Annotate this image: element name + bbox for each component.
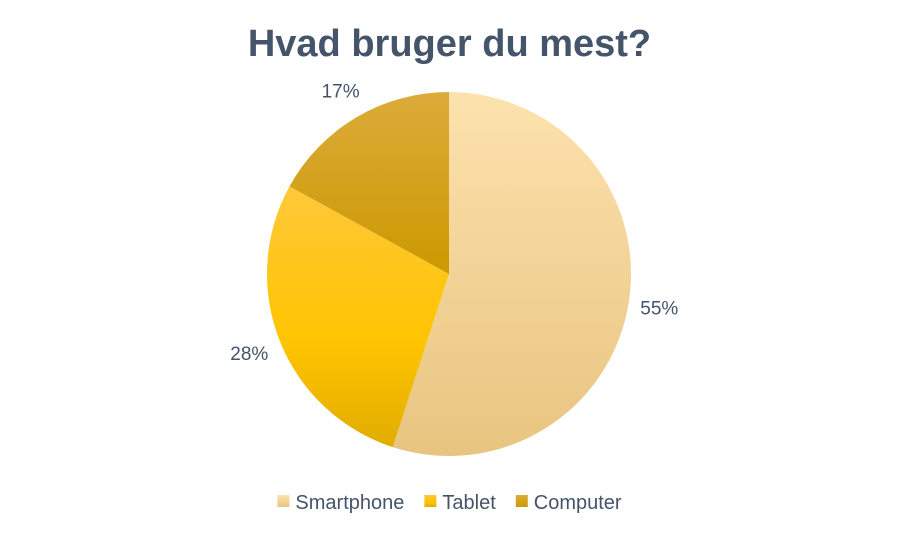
- legend-item-computer: Computer: [515, 492, 622, 514]
- pie-slices: [267, 92, 631, 457]
- data-label-tablet: 28%: [230, 344, 268, 365]
- legend: Smartphone Tablet Computer: [277, 492, 622, 514]
- pie-chart: Hvad bruger du mest? 55% 28% 17% Smartphon…: [230, 23, 678, 514]
- data-label-computer: 17%: [322, 82, 360, 103]
- legend-label-tablet: Tablet: [442, 492, 496, 514]
- legend-swatch-computer: [515, 495, 528, 507]
- chart-title: Hvad bruger du mest?: [248, 23, 651, 65]
- legend-label-computer: Computer: [534, 492, 622, 514]
- data-label-smartphone: 55%: [640, 298, 678, 319]
- legend-swatch-tablet: [424, 495, 437, 507]
- legend-item-tablet: Tablet: [424, 492, 496, 514]
- legend-item-smartphone: Smartphone: [277, 492, 404, 514]
- legend-swatch-smartphone: [277, 495, 290, 507]
- legend-label-smartphone: Smartphone: [295, 492, 404, 514]
